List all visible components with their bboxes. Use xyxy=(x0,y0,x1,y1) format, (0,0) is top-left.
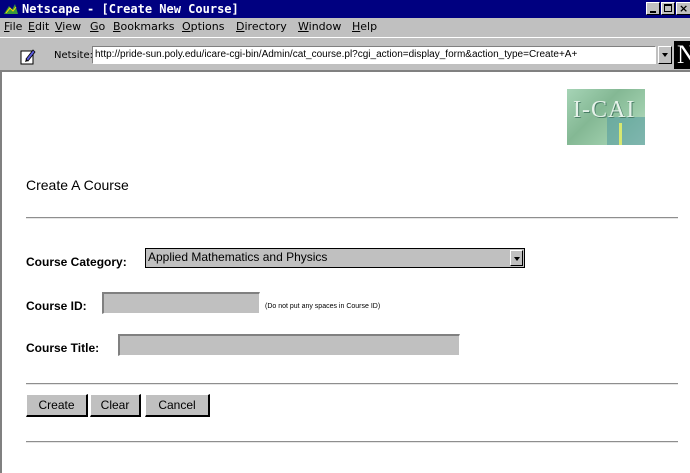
url-history-dropdown[interactable] xyxy=(658,46,672,64)
course-title-label: Course Title: xyxy=(26,341,100,355)
edit-pencil-icon[interactable] xyxy=(20,48,37,65)
course-category-select[interactable]: Applied Mathematics and Physics xyxy=(145,248,525,268)
icare-logo: I-CAI xyxy=(567,89,645,145)
icare-logo-text: I-CAI xyxy=(573,97,636,123)
menu-options[interactable]: Options xyxy=(182,20,224,33)
category-dropdown-button[interactable] xyxy=(510,250,523,266)
netscape-logo: N xyxy=(674,41,690,69)
window-title: Netscape - [Create New Course] xyxy=(22,2,239,16)
create-button[interactable]: Create xyxy=(26,394,88,417)
course-title-input[interactable] xyxy=(118,334,460,356)
divider xyxy=(26,441,678,443)
chevron-down-icon xyxy=(662,53,668,57)
minimize-icon xyxy=(650,11,656,13)
url-input[interactable]: http://pride-sun.poly.edu/icare-cgi-bin/… xyxy=(92,46,656,64)
menu-view[interactable]: View xyxy=(55,20,81,33)
close-icon: × xyxy=(679,2,689,15)
course-id-hint: (Do not put any spaces in Course ID) xyxy=(265,303,381,310)
netscape-app-icon xyxy=(3,2,19,16)
divider xyxy=(26,217,678,219)
logo-decoration-stroke xyxy=(619,123,622,145)
menu-window[interactable]: Window xyxy=(298,20,341,33)
divider xyxy=(26,383,678,385)
page-content: I-CAI Create A Course Course Category: A… xyxy=(0,70,690,473)
course-id-input[interactable] xyxy=(102,292,260,314)
menu-bookmarks[interactable]: Bookmarks xyxy=(113,20,174,33)
cancel-button[interactable]: Cancel xyxy=(145,394,210,417)
chevron-down-icon xyxy=(514,257,520,261)
course-id-label: Course ID: xyxy=(26,299,87,313)
close-button[interactable]: × xyxy=(676,2,690,15)
menu-go[interactable]: Go xyxy=(90,20,105,33)
netsite-label: Netsite: xyxy=(54,50,93,61)
minimize-button[interactable] xyxy=(646,2,660,15)
clear-button[interactable]: Clear xyxy=(90,394,141,417)
menu-bar: File Edit View Go Bookmarks Options Dire… xyxy=(0,18,690,36)
menu-help[interactable]: Help xyxy=(352,20,377,33)
browser-window: Netscape - [Create New Course] × File Ed… xyxy=(0,0,690,473)
maximize-icon xyxy=(664,4,672,12)
menu-file[interactable]: File xyxy=(4,20,22,33)
location-toolbar: Netsite: http://pride-sun.poly.edu/icare… xyxy=(0,37,690,70)
menu-edit[interactable]: Edit xyxy=(28,20,49,33)
maximize-button[interactable] xyxy=(661,2,675,15)
page-title: Create A Course xyxy=(26,177,129,193)
course-category-label: Course Category: xyxy=(26,255,127,269)
course-category-value: Applied Mathematics and Physics xyxy=(148,250,328,264)
menu-directory[interactable]: Directory xyxy=(236,20,287,33)
title-bar[interactable]: Netscape - [Create New Course] × xyxy=(0,0,690,18)
